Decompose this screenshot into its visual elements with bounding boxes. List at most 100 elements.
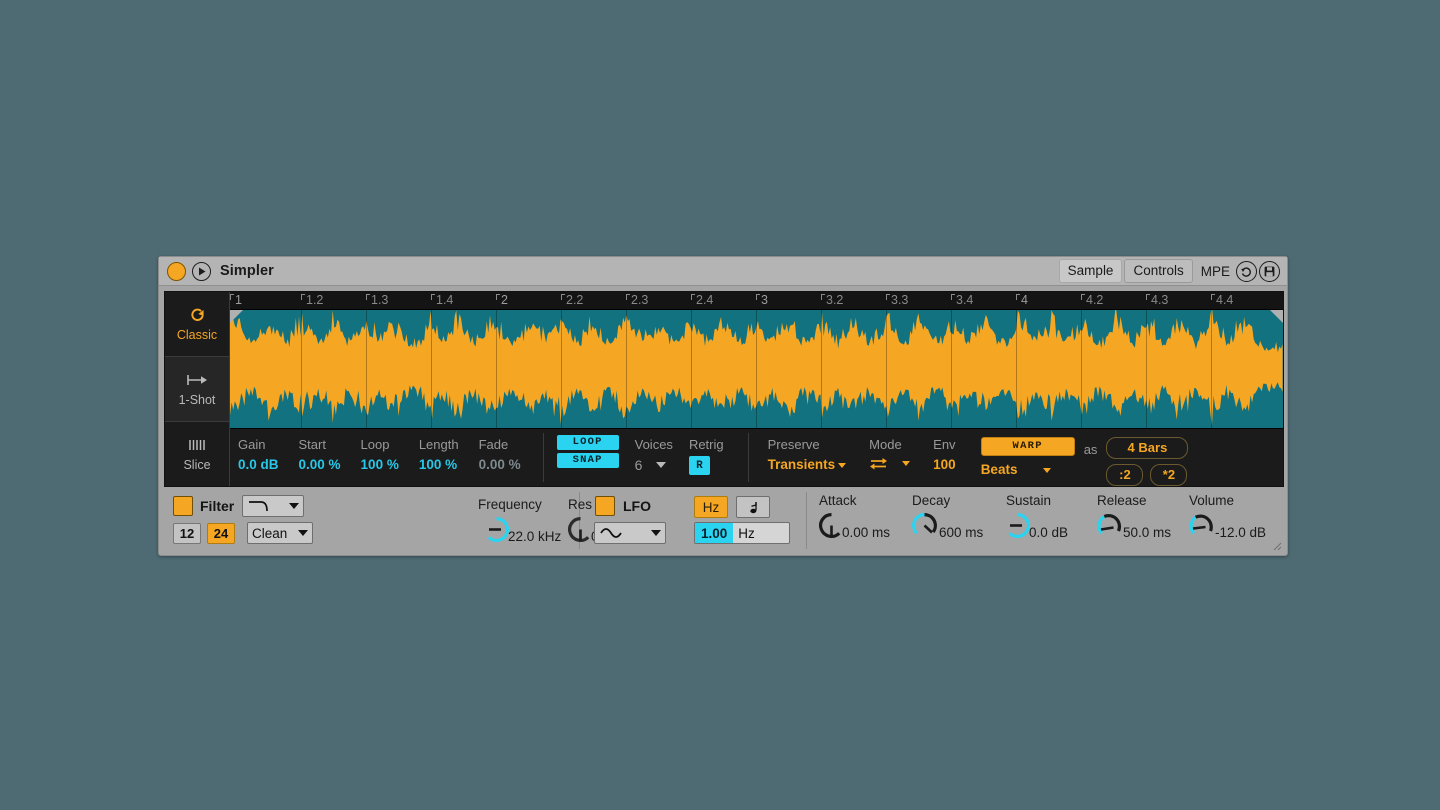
warp-mode-control[interactable]: Mode [869,435,910,470]
filter-enable-button[interactable] [173,496,193,516]
simpler-device: Simpler Sample Controls MPE [158,256,1288,556]
filter-circuit-dropdown[interactable]: Clean [247,522,313,544]
loop-snap-toggles: LOOP SNAP [557,435,619,468]
tab-sample[interactable]: Sample [1059,259,1123,283]
warp-double-button[interactable]: *2 [1150,464,1187,486]
env-control[interactable]: Env 100 [933,435,956,476]
decay-knob[interactable] [910,511,939,540]
frequency-knob[interactable] [482,515,511,544]
waveform-column: 1 1.2 1.3 1.4 2 2.2 2.3 2.4 3 3.2 3.3 3.… [229,292,1283,486]
release-value[interactable]: 50.0 ms [1123,525,1171,540]
mode-classic-label: Classic [177,328,217,342]
lfo-enable-button[interactable] [595,496,615,516]
warp-mode-value[interactable]: Beats [981,460,1018,480]
attack-value[interactable]: 0.00 ms [842,525,890,540]
env-value[interactable]: 100 [933,454,956,476]
start-label: Start [299,435,341,454]
sustain-knob[interactable] [1003,511,1032,540]
lfo-label: LFO [623,498,651,514]
device-activator-button[interactable] [167,262,186,281]
chevron-down-icon [838,463,846,468]
lfo-section: LFO Hz [580,489,806,552]
tab-controls[interactable]: Controls [1124,259,1192,283]
filter-slope-24-button[interactable]: 24 [207,523,235,544]
arrow-to-bar-icon [187,371,208,388]
chevron-down-icon[interactable] [1043,468,1051,473]
lfo-rate-value[interactable]: 1.00 [695,523,733,543]
lfo-rate-field[interactable]: 1.00 Hz [694,522,790,544]
release-label: Release [1097,493,1147,508]
device-play-button[interactable] [192,262,211,281]
warp-half-button[interactable]: :2 [1106,464,1143,486]
retrig-button[interactable]: R [689,456,710,475]
device-title-bar: Simpler Sample Controls MPE [159,257,1287,286]
filter-circuit-value: Clean [252,526,287,541]
as-label: as [1084,440,1098,460]
chevron-down-icon[interactable] [656,462,666,468]
frequency-label: Frequency [478,497,542,512]
filter-label: Filter [200,498,234,514]
snap-toggle[interactable]: SNAP [557,453,619,468]
volume-value[interactable]: -12.0 dB [1215,525,1266,540]
loop-toggle[interactable]: LOOP [557,435,619,450]
mode-slice-label: Slice [183,458,210,472]
fade-value[interactable]: 0.00 % [479,454,521,476]
mode-label: Mode [869,435,910,454]
transpose-arrows-icon[interactable] [869,457,888,470]
mode-1shot-label: 1-Shot [179,393,216,407]
lowpass-curve-icon [247,499,277,513]
decay-value[interactable]: 600 ms [939,525,983,540]
retrig-label: Retrig [689,435,724,454]
mode-slice[interactable]: Slice [165,422,229,486]
loop-arrow-icon [189,306,206,323]
timeline-ruler[interactable]: 1 1.2 1.3 1.4 2 2.2 2.3 2.4 3 3.2 3.3 3.… [230,292,1283,310]
frequency-value[interactable]: 22.0 kHz [508,529,561,544]
lfo-hz-button[interactable]: Hz [694,496,728,518]
chevron-down-icon [289,503,299,509]
preserve-control[interactable]: Preserve Transients [768,435,847,476]
floppy-glyph [1264,266,1275,277]
voices-label: Voices [635,435,673,454]
resize-grip-icon[interactable] [1273,542,1282,551]
chevron-down-icon[interactable] [902,461,910,466]
lfo-shape-dropdown[interactable] [594,522,666,544]
circular-arrow-icon[interactable] [1236,261,1257,282]
gain-value[interactable]: 0.0 dB [238,454,279,476]
mpe-label[interactable]: MPE [1195,264,1234,279]
filter-type-dropdown[interactable] [242,495,304,517]
warp-bars-value[interactable]: 4 Bars [1106,437,1188,459]
sample-start-handle[interactable] [230,310,243,323]
sample-display-panel: Classic 1-Shot [164,291,1284,487]
slice-bars-icon [187,436,207,453]
length-value[interactable]: 100 % [419,454,459,476]
volume-knob[interactable] [1187,511,1216,540]
voices-value[interactable]: 6 [635,454,643,476]
voices-control[interactable]: Voices 6 [635,435,673,476]
filter-section: Filter 12 24 Clean Frequency [164,489,579,552]
lfo-note-button[interactable] [736,496,770,518]
release-knob[interactable] [1095,511,1124,540]
title-bar-right-controls: Sample Controls MPE [1059,259,1287,283]
length-control[interactable]: Length 100 % [419,435,459,476]
gain-control[interactable]: Gain 0.0 dB [238,435,279,476]
filter-slope-12-button[interactable]: 12 [173,523,201,544]
save-icon[interactable] [1259,261,1280,282]
start-value[interactable]: 0.00 % [299,454,341,476]
fade-control[interactable]: Fade 0.00 % [479,435,521,476]
note-icon [749,501,758,514]
loop-value[interactable]: 100 % [361,454,399,476]
sustain-value[interactable]: 0.0 dB [1029,525,1068,540]
preserve-value[interactable]: Transients [768,454,847,476]
start-control[interactable]: Start 0.00 % [299,435,341,476]
env-label: Env [933,435,956,454]
fade-label: Fade [479,435,521,454]
warp-toggle[interactable]: WARP [981,437,1075,456]
envelope-section: Attack 0.00 ms Decay 600 ms Sustain [807,489,1284,552]
sample-end-handle[interactable] [1270,310,1283,323]
refresh-glyph [1240,265,1253,278]
mode-1shot[interactable]: 1-Shot [165,357,229,422]
loop-control[interactable]: Loop 100 % [361,435,399,476]
sample-waveform[interactable] [230,310,1283,429]
mode-classic[interactable]: Classic [165,292,229,357]
retrig-control[interactable]: Retrig R [689,435,724,475]
